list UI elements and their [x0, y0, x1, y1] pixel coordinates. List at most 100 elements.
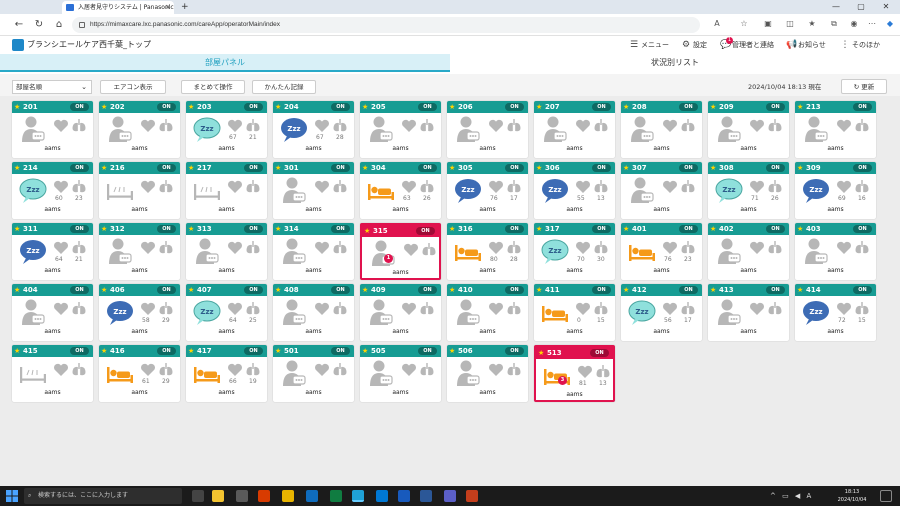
star-icon[interactable]: ★ — [188, 101, 194, 113]
star-icon[interactable]: ★ — [364, 225, 370, 237]
room-card[interactable]: ★ 204 ON Zzz 67 28 aams — [273, 101, 354, 158]
star-icon[interactable]: ★ — [710, 162, 716, 174]
task-view-icon[interactable] — [192, 490, 204, 502]
star-icon[interactable]: ★ — [101, 101, 107, 113]
sensor-toggle[interactable]: ON — [766, 225, 785, 233]
room-card[interactable]: ★ 217 ON aams — [186, 162, 267, 219]
room-card[interactable]: ★ 311 ON Zzz 64 21 aams — [12, 223, 93, 280]
system-tray[interactable]: ^ ▭ ◀ A — [770, 490, 813, 502]
favorites-icon[interactable]: ★ — [806, 18, 818, 30]
room-card[interactable]: ★ 506 ON aams — [447, 345, 528, 402]
room-card[interactable]: ★ 402 ON aams — [708, 223, 789, 280]
room-card[interactable]: ★ 207 ON aams — [534, 101, 615, 158]
star-icon[interactable]: ★ — [275, 284, 281, 296]
notice-button[interactable]: 📢お知らせ — [786, 39, 826, 51]
new-tab-icon[interactable]: + — [181, 0, 189, 14]
star-icon[interactable]: ★ — [797, 101, 803, 113]
aircon-display-button[interactable]: エアコン表示 — [100, 80, 166, 94]
settings-button[interactable]: ⚙ 設定 — [681, 39, 707, 51]
room-card[interactable]: ★ 413 ON aams — [708, 284, 789, 341]
contact-admin-button[interactable]: 💬 1 管理者と連絡 — [720, 37, 774, 51]
star-icon[interactable]: ★ — [536, 223, 542, 235]
room-card[interactable]: ★ 315 ON 1 aams — [360, 223, 441, 280]
sensor-toggle[interactable]: ON — [70, 164, 89, 172]
sensor-toggle[interactable]: ON — [70, 347, 89, 355]
star-icon[interactable]: ★ — [449, 101, 455, 113]
star-icon[interactable]: ★ — [188, 284, 194, 296]
close-tab-icon[interactable]: × — [165, 1, 171, 14]
sensor-toggle[interactable]: ON — [157, 225, 176, 233]
star-icon[interactable]: ★ — [275, 101, 281, 113]
sensor-toggle[interactable]: ON — [70, 103, 89, 111]
sensor-toggle[interactable]: ON — [157, 164, 176, 172]
star-icon[interactable]: ★ — [536, 284, 542, 296]
star-icon[interactable]: ★ — [275, 162, 281, 174]
room-card[interactable]: ★ 201 ON aams — [12, 101, 93, 158]
room-card[interactable]: ★ 309 ON Zzz 69 16 aams — [795, 162, 876, 219]
sensor-toggle[interactable]: ON — [418, 103, 437, 111]
room-card[interactable]: ★ 306 ON Zzz 55 13 aams — [534, 162, 615, 219]
room-card[interactable]: ★ 304 ON 63 26 aams — [360, 162, 441, 219]
split-screen-icon[interactable]: ◫ — [784, 18, 796, 30]
sensor-toggle[interactable]: ON — [70, 286, 89, 294]
powerpoint-icon[interactable] — [466, 490, 478, 502]
room-card[interactable]: ★ 403 ON aams — [795, 223, 876, 280]
star-icon[interactable]: ★ — [536, 101, 542, 113]
sensor-toggle[interactable]: ON — [592, 286, 611, 294]
star-icon[interactable]: ★ — [362, 345, 368, 357]
star-icon[interactable]: ★ — [538, 347, 544, 359]
room-card[interactable]: ★ 216 ON aams — [99, 162, 180, 219]
notification-icon[interactable] — [880, 490, 892, 502]
room-card[interactable]: ★ 202 ON aams — [99, 101, 180, 158]
url-field[interactable]: https://mimaxcare.lxc.panasonic.com/care… — [72, 17, 700, 33]
star-icon[interactable]: ★ — [536, 162, 542, 174]
sensor-toggle[interactable]: ON — [416, 227, 435, 235]
sensor-toggle[interactable]: ON — [505, 103, 524, 111]
back-icon[interactable]: ← — [12, 18, 26, 32]
folder-icon[interactable] — [282, 490, 294, 502]
sensor-toggle[interactable]: ON — [418, 286, 437, 294]
star-icon[interactable]: ★ — [188, 223, 194, 235]
star-icon[interactable]: ★ — [188, 162, 194, 174]
sensor-toggle[interactable]: ON — [592, 225, 611, 233]
star-icon[interactable]: ★ — [710, 101, 716, 113]
sensor-toggle[interactable]: ON — [70, 225, 89, 233]
room-card[interactable]: ★ 409 ON aams — [360, 284, 441, 341]
room-card[interactable]: ★ 407 ON Zzz 64 25 aams — [186, 284, 267, 341]
star-icon[interactable]: ★ — [449, 284, 455, 296]
star-icon[interactable]: ★ — [362, 101, 368, 113]
room-card[interactable]: ★ 408 ON aams — [273, 284, 354, 341]
room-card[interactable]: ★ 301 ON aams — [273, 162, 354, 219]
taskbar-clock[interactable]: 18:13 2024/10/04 — [832, 488, 872, 504]
office-icon[interactable] — [258, 490, 270, 502]
room-card[interactable]: ★ 417 ON 66 19 aams — [186, 345, 267, 402]
room-card[interactable]: ★ 209 ON aams — [708, 101, 789, 158]
sensor-toggle[interactable]: ON — [590, 349, 609, 357]
room-card[interactable]: ★ 406 ON Zzz 58 29 aams — [99, 284, 180, 341]
star-icon[interactable]: ★ — [14, 101, 20, 113]
room-card[interactable]: ★ 415 ON aams — [12, 345, 93, 402]
word-icon[interactable] — [398, 490, 410, 502]
room-card[interactable]: ★ 214 ON Zzz 60 23 aams — [12, 162, 93, 219]
star-icon[interactable]: ★ — [14, 345, 20, 357]
tab-status-list[interactable]: 状況別リスト — [450, 54, 900, 72]
room-card[interactable]: ★ 203 ON Zzz 67 21 aams — [186, 101, 267, 158]
sensor-toggle[interactable]: ON — [853, 164, 872, 172]
star-icon[interactable]: ★ — [101, 223, 107, 235]
sensor-toggle[interactable]: ON — [331, 164, 350, 172]
star-icon[interactable]: ★ — [623, 162, 629, 174]
sensor-toggle[interactable]: ON — [244, 164, 263, 172]
room-card[interactable]: ★ 416 ON 61 29 aams — [99, 345, 180, 402]
close-window-icon[interactable]: ✕ — [876, 0, 896, 14]
app-icon[interactable] — [236, 490, 248, 502]
star-icon[interactable]: ★ — [449, 162, 455, 174]
sensor-toggle[interactable]: ON — [592, 164, 611, 172]
star-icon[interactable]: ★ — [362, 162, 368, 174]
taskbar-search-input[interactable]: ⌕ 検索するには、ここに入力します — [24, 488, 182, 504]
minimize-icon[interactable]: — — [826, 0, 846, 14]
room-card[interactable]: ★ 411 ON 0 15 aams — [534, 284, 615, 341]
room-card[interactable]: ★ 205 ON aams — [360, 101, 441, 158]
sensor-toggle[interactable]: ON — [766, 164, 785, 172]
star-icon[interactable]: ★ — [101, 284, 107, 296]
sensor-toggle[interactable]: ON — [418, 164, 437, 172]
